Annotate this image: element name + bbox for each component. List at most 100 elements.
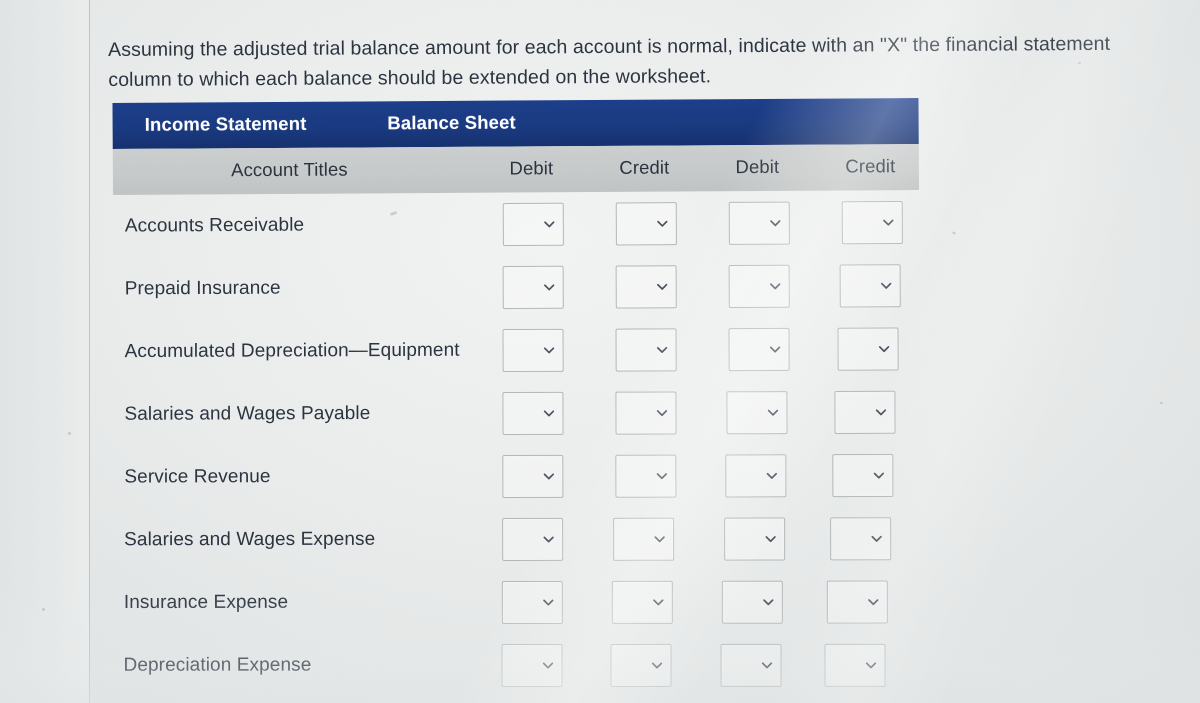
dropdown-income-debit[interactable] <box>502 265 564 309</box>
table-column-header-row: Account Titles Debit Credit Debit Credit <box>112 144 920 195</box>
dropdown-income-debit[interactable] <box>502 517 564 561</box>
cell-balance-debit <box>700 390 813 434</box>
dropdown-balance-credit[interactable] <box>830 516 892 560</box>
dropdown-balance-debit[interactable] <box>728 264 790 308</box>
table-row: Prepaid Insurance <box>115 254 921 321</box>
question-prompt: Assuming the adjusted trial balance amou… <box>108 32 1111 91</box>
cell-balance-credit <box>816 200 929 244</box>
dropdown-income-debit[interactable] <box>502 454 564 498</box>
group-header-balance-sheet: Balance Sheet <box>387 111 516 134</box>
cell-income-debit <box>476 391 589 435</box>
cell-income-credit <box>586 580 699 624</box>
dropdown-income-credit[interactable] <box>613 517 675 561</box>
chevron-down-icon <box>762 596 775 609</box>
dropdown-balance-credit[interactable] <box>834 390 896 434</box>
chevron-down-icon <box>878 343 891 356</box>
cell-income-credit <box>590 201 703 246</box>
cell-income-debit <box>477 202 590 246</box>
table-group-header-row: Income Statement Balance Sheet <box>112 98 919 149</box>
account-title-label: Salaries and Wages Expense <box>124 528 376 550</box>
chevron-down-icon <box>865 659 878 672</box>
column-header-income-credit: Credit <box>619 156 670 178</box>
dropdown-income-debit[interactable] <box>501 580 563 624</box>
question-content: Assuming the adjusted trial balance amou… <box>0 0 1200 703</box>
chevron-down-icon <box>872 469 885 482</box>
cell-balance-debit <box>698 516 811 561</box>
cell-income-debit <box>476 454 589 498</box>
cell-balance-credit <box>814 263 927 308</box>
cell-balance-credit <box>801 580 914 624</box>
cell-balance-debit <box>703 201 816 245</box>
cell-income-debit <box>476 580 589 624</box>
chevron-down-icon <box>656 280 669 293</box>
chevron-down-icon <box>542 470 555 483</box>
cell-balance-credit <box>812 326 925 371</box>
dropdown-balance-debit[interactable] <box>724 516 786 561</box>
account-title-label: Accumulated Depreciation—Equipment <box>124 339 460 362</box>
cell-income-credit <box>585 643 698 687</box>
cell-balance-debit <box>703 264 816 308</box>
chevron-down-icon <box>656 343 669 356</box>
table-row: Salaries and Wages Expense <box>114 507 920 572</box>
dropdown-balance-credit[interactable] <box>839 263 901 307</box>
chevron-down-icon <box>542 596 555 609</box>
cell-income-credit <box>589 454 702 498</box>
account-title-label: Accounts Receivable <box>124 214 305 237</box>
dropdown-income-credit[interactable] <box>611 580 673 624</box>
dropdown-income-credit[interactable] <box>615 327 677 372</box>
cell-balance-credit <box>806 453 919 497</box>
cell-income-debit <box>477 265 590 309</box>
chevron-down-icon <box>769 343 782 356</box>
dropdown-income-debit[interactable] <box>502 391 564 435</box>
dropdown-balance-debit[interactable] <box>721 580 783 624</box>
chevron-down-icon <box>764 533 777 546</box>
chevron-down-icon <box>543 281 556 294</box>
chevron-down-icon <box>542 407 555 420</box>
dropdown-balance-credit[interactable] <box>832 453 894 497</box>
cell-balance-credit <box>804 516 917 560</box>
account-title-label: Prepaid Insurance <box>124 277 281 299</box>
dropdown-balance-credit[interactable] <box>824 643 886 687</box>
cell-income-credit <box>590 264 703 309</box>
chevron-down-icon <box>769 217 782 230</box>
dropdown-balance-credit[interactable] <box>826 580 888 624</box>
column-header-account-titles: Account Titles <box>231 158 348 181</box>
cell-income-debit <box>476 517 589 561</box>
dropdown-balance-debit[interactable] <box>728 201 790 245</box>
cell-income-credit <box>589 390 702 435</box>
table-row: Salaries and Wages Payable <box>114 380 920 446</box>
dropdown-balance-credit[interactable] <box>841 200 903 244</box>
chevron-down-icon <box>882 216 895 229</box>
chevron-down-icon <box>653 533 666 546</box>
dropdown-balance-credit[interactable] <box>837 326 899 371</box>
worksheet-table: Income Statement Balance Sheet Account T… <box>112 98 922 699</box>
dropdown-income-debit[interactable] <box>501 643 563 687</box>
table-row: Accumulated Depreciation—Equipment <box>114 317 920 383</box>
table-body: Accounts Receivable Prepaid Insurance Ac… <box>113 190 922 699</box>
table-row: Depreciation Expense <box>113 633 919 696</box>
account-title-label: Salaries and Wages Payable <box>124 402 371 425</box>
account-title-label: Insurance Expense <box>123 591 289 613</box>
group-header-income-statement: Income Statement <box>144 112 307 135</box>
cell-balance-credit <box>808 390 921 434</box>
dropdown-income-credit[interactable] <box>615 390 677 435</box>
chevron-down-icon <box>543 218 556 231</box>
dropdown-balance-debit[interactable] <box>720 643 782 687</box>
dropdown-balance-debit[interactable] <box>726 390 788 434</box>
dropdown-income-credit[interactable] <box>615 454 677 498</box>
dropdown-income-credit[interactable] <box>615 201 677 245</box>
table-row: Insurance Expense <box>114 570 920 634</box>
dropdown-income-credit[interactable] <box>615 264 677 309</box>
cell-balance-debit <box>695 643 808 687</box>
dropdown-balance-debit[interactable] <box>728 327 790 371</box>
chevron-down-icon <box>880 279 893 292</box>
chevron-down-icon <box>867 596 880 609</box>
chevron-down-icon <box>655 407 668 420</box>
chevron-down-icon <box>769 280 782 293</box>
dropdown-balance-debit[interactable] <box>725 453 787 497</box>
cell-balance-debit <box>703 327 816 371</box>
chevron-down-icon <box>542 659 555 672</box>
dropdown-income-debit[interactable] <box>502 202 564 246</box>
dropdown-income-credit[interactable] <box>610 643 672 687</box>
dropdown-income-debit[interactable] <box>502 328 564 372</box>
